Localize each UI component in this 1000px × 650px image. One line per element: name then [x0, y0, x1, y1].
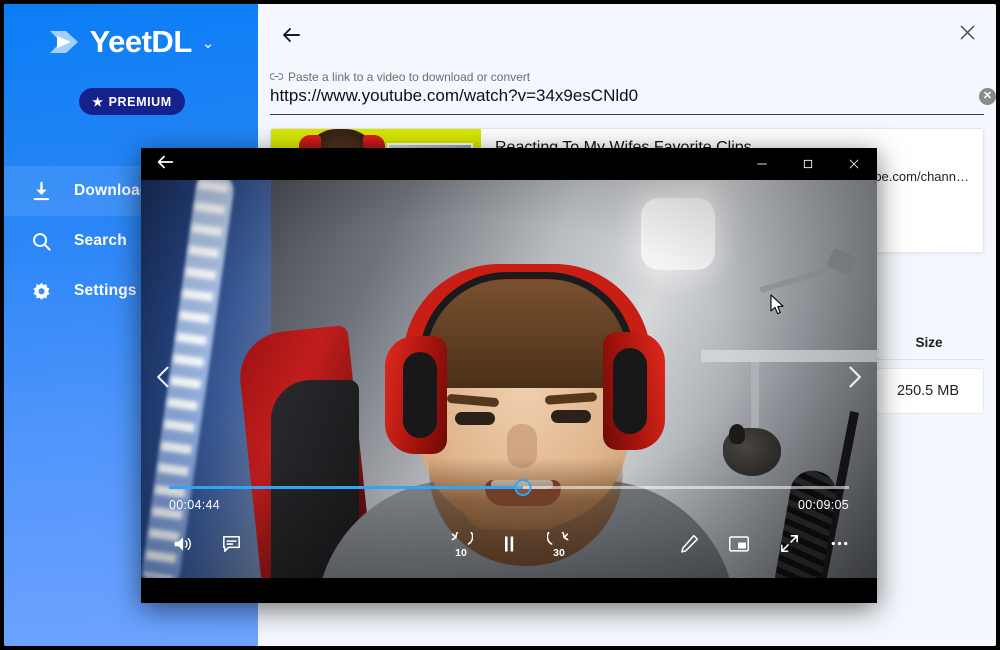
premium-label: PREMIUM	[108, 94, 172, 109]
seek-progress	[169, 486, 523, 489]
next-video-button[interactable]	[837, 354, 871, 404]
player-title-bar	[141, 148, 877, 180]
more-options-button[interactable]	[819, 526, 859, 566]
pencil-icon	[678, 532, 701, 560]
player-minimize-button[interactable]	[739, 148, 785, 180]
rewind-seconds-label: 10	[455, 547, 467, 559]
player-footer-bar	[141, 578, 877, 603]
player-window-buttons	[739, 148, 877, 180]
picture-in-picture-icon	[727, 533, 751, 559]
play-arrow-logo-icon	[48, 27, 82, 57]
back-button[interactable]	[274, 20, 308, 54]
close-icon: ✕	[982, 90, 993, 102]
control-icon-row: 10 30	[141, 526, 877, 566]
arrow-left-icon	[154, 151, 176, 178]
ellipsis-icon	[828, 532, 851, 560]
captions-icon	[220, 532, 243, 560]
mouse-cursor	[770, 294, 786, 321]
link-icon	[269, 70, 284, 84]
captions-button[interactable]	[211, 526, 251, 566]
seek-handle[interactable]	[514, 479, 532, 496]
fullscreen-icon	[778, 532, 801, 560]
volume-button[interactable]	[163, 526, 203, 566]
sidebar-item-label: Download	[74, 182, 150, 199]
brand-logo[interactable]: YeetDL ⌄	[4, 26, 258, 57]
pip-button[interactable]	[719, 526, 759, 566]
gear-icon	[30, 280, 52, 302]
url-hint-label: Paste a link to a video to download or c…	[288, 70, 531, 84]
brand-name: YeetDL	[89, 24, 193, 59]
player-maximize-button[interactable]	[785, 148, 831, 180]
cell-size: 250.5 MB	[896, 383, 960, 399]
forward-30-button[interactable]: 30	[539, 526, 579, 566]
forward-seconds-label: 30	[553, 547, 565, 559]
seek-bar[interactable]	[169, 478, 849, 496]
maximize-icon	[803, 159, 813, 169]
player-close-button[interactable]	[831, 148, 877, 180]
sidebar-item-label: Search	[74, 232, 127, 249]
download-icon	[30, 180, 52, 202]
clear-url-button[interactable]: ✕	[979, 88, 996, 105]
search-icon	[30, 230, 52, 252]
close-icon	[849, 159, 859, 169]
url-input-area: Paste a link to a video to download or c…	[269, 70, 996, 115]
rewind-10-button[interactable]: 10	[441, 526, 481, 566]
chevron-right-icon	[840, 363, 868, 396]
url-hint-row: Paste a link to a video to download or c…	[269, 70, 984, 84]
pause-button[interactable]	[489, 526, 529, 566]
fullscreen-button[interactable]	[769, 526, 809, 566]
video-player-window[interactable]: 00:04:44 00:09:05 10 30	[141, 148, 877, 603]
close-button[interactable]	[950, 18, 984, 52]
channel-url[interactable]: tube.com/chann…	[863, 169, 969, 184]
arrow-left-icon	[279, 23, 303, 52]
volume-icon	[171, 532, 195, 561]
star-icon: ★	[92, 94, 104, 109]
sidebar-item-label: Settings	[74, 282, 137, 299]
premium-badge[interactable]: ★ PREMIUM	[79, 88, 185, 115]
edit-button[interactable]	[669, 526, 709, 566]
total-time-label: 00:09:05	[797, 498, 849, 512]
url-input[interactable]: https://www.youtube.com/watch?v=34x9esCN…	[270, 86, 984, 115]
player-back-button[interactable]	[141, 148, 189, 180]
close-icon	[957, 22, 978, 48]
player-controls: 00:04:44 00:09:05 10 30	[141, 468, 877, 578]
chevron-left-icon	[150, 363, 178, 396]
previous-video-button[interactable]	[147, 354, 181, 404]
minimize-icon	[757, 163, 767, 165]
application-window: YeetDL ⌄ ★ PREMIUM Download Search Setti…	[4, 4, 996, 646]
current-time-label: 00:04:44	[169, 498, 221, 512]
pause-icon	[497, 532, 521, 561]
column-header-size: Size	[915, 335, 943, 350]
chevron-down-icon[interactable]: ⌄	[202, 34, 215, 52]
